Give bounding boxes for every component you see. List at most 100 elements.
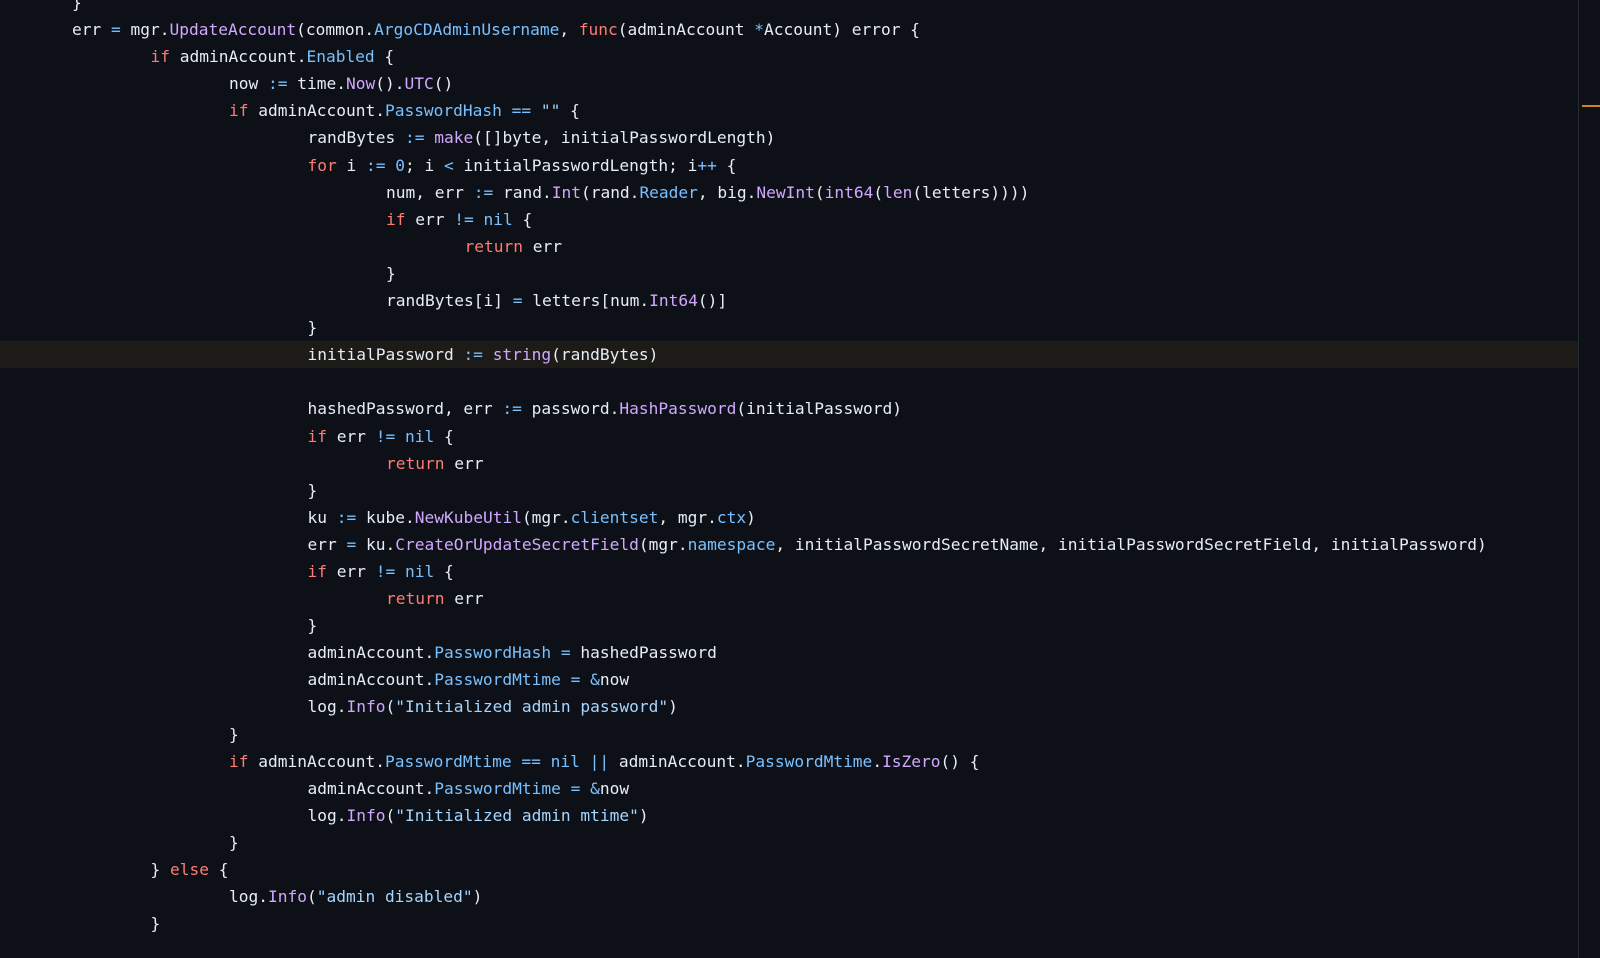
code-line-current[interactable]: initialPassword := string(randBytes) (0, 341, 1578, 369)
code-token: { (434, 426, 454, 446)
code-line[interactable]: } else { (0, 856, 1578, 883)
code-line[interactable]: } (0, 0, 1578, 16)
code-line[interactable]: return err (0, 233, 1578, 260)
code-line[interactable]: err = mgr.UpdateAccount(common.ArgoCDAdm… (0, 16, 1578, 43)
code-line[interactable]: } (0, 260, 1578, 287)
code-token: now (229, 74, 268, 94)
code-token: nil (483, 209, 513, 229)
code-token: err (327, 561, 376, 581)
code-token: mgr. (120, 20, 170, 40)
code-line-content: for i := 0; i < initialPasswordLength; i… (308, 152, 737, 179)
code-line[interactable]: } (0, 910, 1578, 937)
code-line[interactable]: if adminAccount.PasswordMtime == nil || … (0, 748, 1578, 775)
code-line-content: if err != nil { (308, 423, 454, 450)
code-token: Account) error { (764, 20, 920, 40)
code-line-content: if adminAccount.Enabled { (151, 43, 395, 70)
code-line[interactable]: adminAccount.PasswordMtime = &now (0, 666, 1578, 693)
code-token: adminAccount. (248, 101, 385, 121)
code-line[interactable]: err = ku.CreateOrUpdateSecretField(mgr.n… (0, 531, 1578, 558)
code-line[interactable]: return err (0, 585, 1578, 612)
code-line-content: return err (386, 585, 483, 612)
code-token: ()] (697, 291, 728, 311)
code-line[interactable]: if err != nil { (0, 423, 1578, 450)
code-token: err (307, 534, 347, 554)
code-line[interactable]: log.Info("Initialized admin mtime") (0, 802, 1578, 829)
code-token: { (512, 209, 533, 229)
code-token: return (464, 236, 523, 256)
code-line-content: now := time.Now().UTC() (229, 70, 453, 97)
code-token: = (560, 643, 571, 663)
code-token: now (599, 778, 630, 798)
code-line-content: } else { (151, 856, 229, 883)
code-token: err (522, 236, 562, 256)
code-token: if (307, 426, 328, 446)
code-token: err (327, 426, 376, 446)
code-line-content: } (151, 910, 161, 937)
code-token: (initialPassword) (736, 399, 903, 419)
code-token: := (502, 399, 522, 419)
code-line[interactable]: randBytes[i] = letters[num.Int64()] (0, 287, 1578, 314)
code-token: := (473, 182, 494, 202)
code-editor[interactable]: } err = mgr.UpdateAccount(common.ArgoCDAd… (0, 0, 1578, 958)
code-token: ku (307, 507, 337, 527)
code-token: NewKubeUtil (414, 507, 522, 527)
code-token: (common. (296, 20, 375, 40)
code-line-content: } (72, 0, 82, 16)
code-token: ([]byte, initialPasswordLength) (473, 128, 776, 148)
code-line[interactable]: } (0, 314, 1578, 341)
vertical-scrollbar[interactable] (1578, 0, 1600, 958)
code-line-content: if err != nil { (308, 558, 454, 585)
code-token: UTC (404, 74, 434, 94)
code-token: nil (404, 426, 435, 446)
code-token: (randBytes) (551, 345, 659, 365)
code-line-content: } (229, 829, 239, 856)
code-token: PasswordHash (434, 643, 552, 663)
code-line[interactable]: log.Info("admin disabled") (0, 883, 1578, 910)
code-token: "Initialized admin password" (395, 697, 669, 717)
code-line[interactable]: return err (0, 450, 1578, 477)
code-line[interactable]: } (0, 829, 1578, 856)
code-token: = (570, 778, 581, 798)
code-token: { (434, 561, 454, 581)
code-line-content: num, err := rand.Int(rand.Reader, big.Ne… (386, 179, 1029, 206)
code-token: PasswordMtime (384, 751, 512, 771)
code-token: := (366, 155, 386, 175)
code-token: ; i (405, 155, 444, 175)
code-token: log. (307, 805, 347, 825)
code-line[interactable] (0, 368, 1578, 395)
code-token: != (375, 561, 396, 581)
code-line-content: } (229, 721, 239, 748)
code-line[interactable]: } (0, 612, 1578, 639)
code-token: 0 (395, 155, 405, 175)
code-token: if (307, 561, 328, 581)
code-line[interactable]: if adminAccount.Enabled { (0, 43, 1578, 70)
code-token: Info (346, 805, 386, 825)
code-line[interactable]: if err != nil { (0, 206, 1578, 233)
code-line[interactable]: } (0, 477, 1578, 504)
code-line[interactable]: hashedPassword, err := password.HashPass… (0, 395, 1578, 422)
code-line[interactable]: for i := 0; i < initialPasswordLength; i… (0, 152, 1578, 179)
code-line-content: } (308, 314, 318, 341)
code-token: := (463, 345, 483, 365)
code-line[interactable]: adminAccount.PasswordMtime = &now (0, 775, 1578, 802)
code-line[interactable]: num, err := rand.Int(rand.Reader, big.Ne… (0, 179, 1578, 206)
code-line[interactable]: if err != nil { (0, 558, 1578, 585)
code-token: ( (385, 805, 396, 825)
code-token: ) (746, 507, 756, 527)
code-line[interactable]: adminAccount.PasswordHash = hashedPasswo… (0, 639, 1578, 666)
code-line[interactable]: } (0, 721, 1578, 748)
code-token: != (454, 209, 474, 229)
code-line[interactable]: randBytes := make([]byte, initialPasswor… (0, 124, 1578, 151)
code-token: ) (668, 697, 678, 717)
code-line[interactable]: if adminAccount.PasswordHash == "" { (0, 97, 1578, 124)
code-line[interactable]: now := time.Now().UTC() (0, 70, 1578, 97)
code-token: } (307, 480, 318, 500)
code-token: namespace (687, 534, 776, 554)
code-line[interactable]: log.Info("Initialized admin password") (0, 693, 1578, 720)
code-token: , initialPasswordSecretName, initialPass… (775, 534, 1487, 554)
code-token: adminAccount. (307, 778, 435, 798)
code-line[interactable]: ku := kube.NewKubeUtil(mgr.clientset, mg… (0, 504, 1578, 531)
